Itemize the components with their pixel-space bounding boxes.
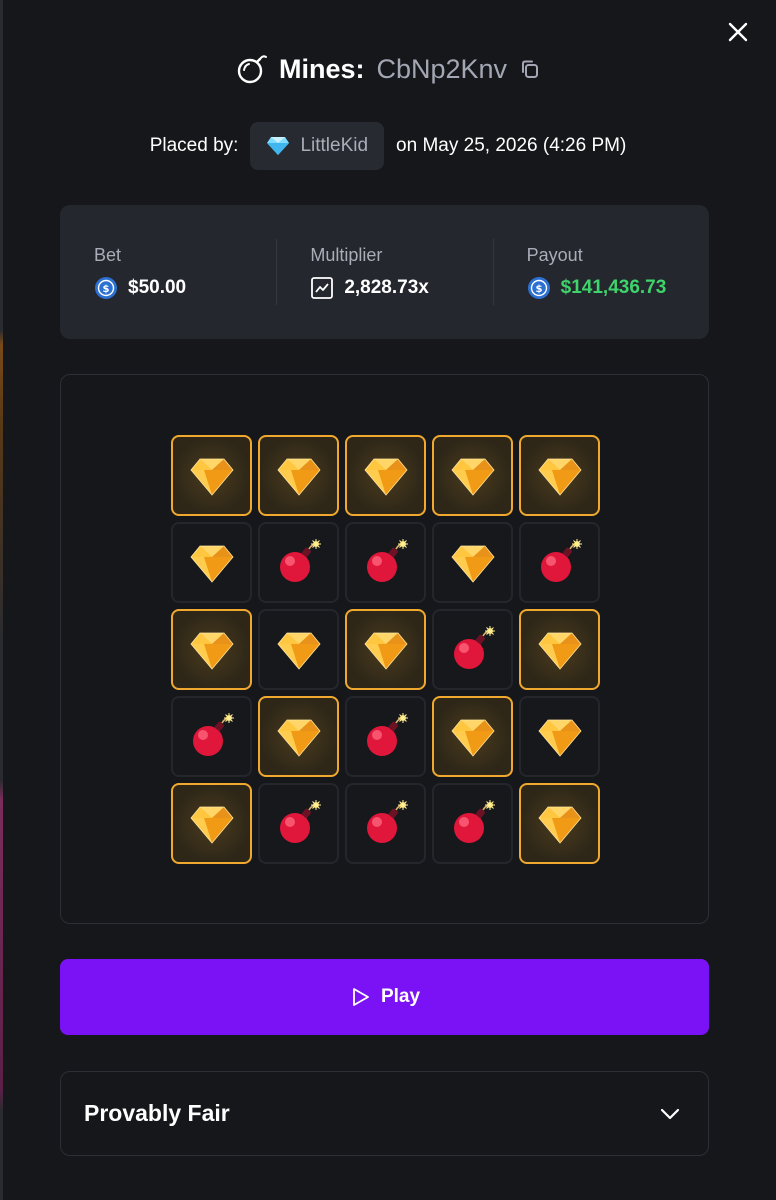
tile-gem-revealed[interactable] — [171, 783, 252, 864]
game-name: Mines: — [278, 53, 365, 84]
gem-icon — [363, 458, 408, 496]
gem-icon — [537, 458, 582, 496]
coin-icon: $ — [527, 277, 550, 299]
gem-icon — [189, 806, 234, 844]
svg-text:$: $ — [535, 284, 542, 295]
bomb-icon — [453, 799, 495, 843]
tile-gem[interactable] — [432, 522, 513, 603]
bet-label: Bet — [94, 245, 122, 265]
tile-gem-revealed[interactable] — [432, 696, 513, 777]
chevron-down-icon — [660, 1108, 680, 1119]
bomb-icon — [279, 799, 321, 843]
tile-gem-revealed[interactable] — [519, 609, 600, 690]
payout-value: $141,436.73 — [560, 277, 667, 298]
payout-value-row: $ $141,436.73 — [527, 276, 709, 300]
tile-gem-revealed[interactable] — [258, 435, 339, 516]
tile-gem-revealed[interactable] — [345, 435, 426, 516]
gem-icon — [450, 545, 495, 583]
mines-board — [60, 374, 709, 924]
bomb-icon — [237, 55, 267, 84]
play-button[interactable]: Play — [60, 959, 709, 1035]
tile-bomb[interactable] — [345, 696, 426, 777]
tile-bomb[interactable] — [345, 783, 426, 864]
tile-gem-revealed[interactable] — [345, 609, 426, 690]
bomb-icon — [279, 538, 321, 582]
bet-stats-card: Bet $ $50.00 Multiplier 2,828.73x Payout — [60, 205, 709, 339]
tile-bomb[interactable] — [345, 522, 426, 603]
coin-icon: $ — [95, 277, 117, 299]
tile-gem[interactable] — [171, 522, 252, 603]
gem-icon — [537, 806, 582, 844]
bomb-icon — [540, 538, 582, 582]
gem-icon — [189, 458, 234, 496]
username: LittleKid — [300, 135, 369, 156]
bomb-icon — [192, 712, 234, 756]
payout-stat: Payout $ $141,436.73 — [492, 205, 709, 339]
bomb-icon — [366, 712, 408, 756]
tile-gem-revealed[interactable] — [258, 696, 339, 777]
diamond-icon — [267, 137, 290, 155]
gem-icon — [189, 545, 234, 583]
svg-text:$: $ — [103, 284, 110, 295]
background-edge — [0, 0, 3, 1200]
gem-icon — [537, 632, 582, 670]
gem-icon — [363, 632, 408, 670]
multiplier-value-row: 2,828.73x — [310, 276, 492, 300]
tile-bomb[interactable] — [171, 696, 252, 777]
tile-bomb[interactable] — [258, 783, 339, 864]
tile-gem-revealed[interactable] — [519, 783, 600, 864]
copy-icon[interactable] — [519, 58, 541, 80]
tile-gem[interactable] — [519, 696, 600, 777]
bomb-icon — [366, 799, 408, 843]
multiplier-stat: Multiplier 2,828.73x — [276, 205, 492, 339]
play-icon — [353, 988, 369, 1006]
user-chip[interactable]: LittleKid — [250, 122, 385, 170]
gem-icon — [189, 632, 234, 670]
bet-value-row: $ $50.00 — [94, 276, 276, 300]
gem-icon — [276, 458, 321, 496]
gem-icon — [276, 719, 321, 757]
mines-grid — [171, 435, 600, 864]
provably-fair-panel[interactable]: Provably Fair — [60, 1071, 709, 1156]
placed-by-row: Placed by: LittleKid on May 25, 2026 (4:… — [0, 122, 776, 170]
modal-title: Mines: CbNp2Knv — [0, 48, 776, 90]
bomb-icon — [453, 625, 495, 669]
tile-gem-revealed[interactable] — [432, 435, 513, 516]
gem-icon — [276, 632, 321, 670]
multiplier-value: 2,828.73x — [344, 277, 429, 298]
play-label: Play — [380, 986, 421, 1007]
payout-label: Payout — [526, 245, 583, 265]
placed-date: on May 25, 2026 (4:26 PM) — [396, 135, 627, 156]
chart-icon — [311, 277, 334, 299]
placed-by-label: Placed by: — [149, 135, 239, 156]
tile-bomb[interactable] — [258, 522, 339, 603]
gem-icon — [450, 719, 495, 757]
bet-stat: Bet $ $50.00 — [60, 205, 276, 339]
bet-value: $50.00 — [128, 277, 187, 298]
close-button[interactable] — [724, 18, 752, 46]
tile-bomb[interactable] — [432, 609, 513, 690]
tile-gem-revealed[interactable] — [519, 435, 600, 516]
tile-bomb[interactable] — [519, 522, 600, 603]
bet-id: CbNp2Knv — [376, 53, 508, 84]
provably-fair-title: Provably Fair — [84, 1100, 230, 1126]
tile-bomb[interactable] — [432, 783, 513, 864]
tile-gem-revealed[interactable] — [171, 435, 252, 516]
gem-icon — [450, 458, 495, 496]
bomb-icon — [366, 538, 408, 582]
close-icon — [728, 22, 748, 42]
multiplier-label: Multiplier — [310, 245, 383, 265]
gem-icon — [537, 719, 582, 757]
tile-gem-revealed[interactable] — [171, 609, 252, 690]
tile-gem[interactable] — [258, 609, 339, 690]
